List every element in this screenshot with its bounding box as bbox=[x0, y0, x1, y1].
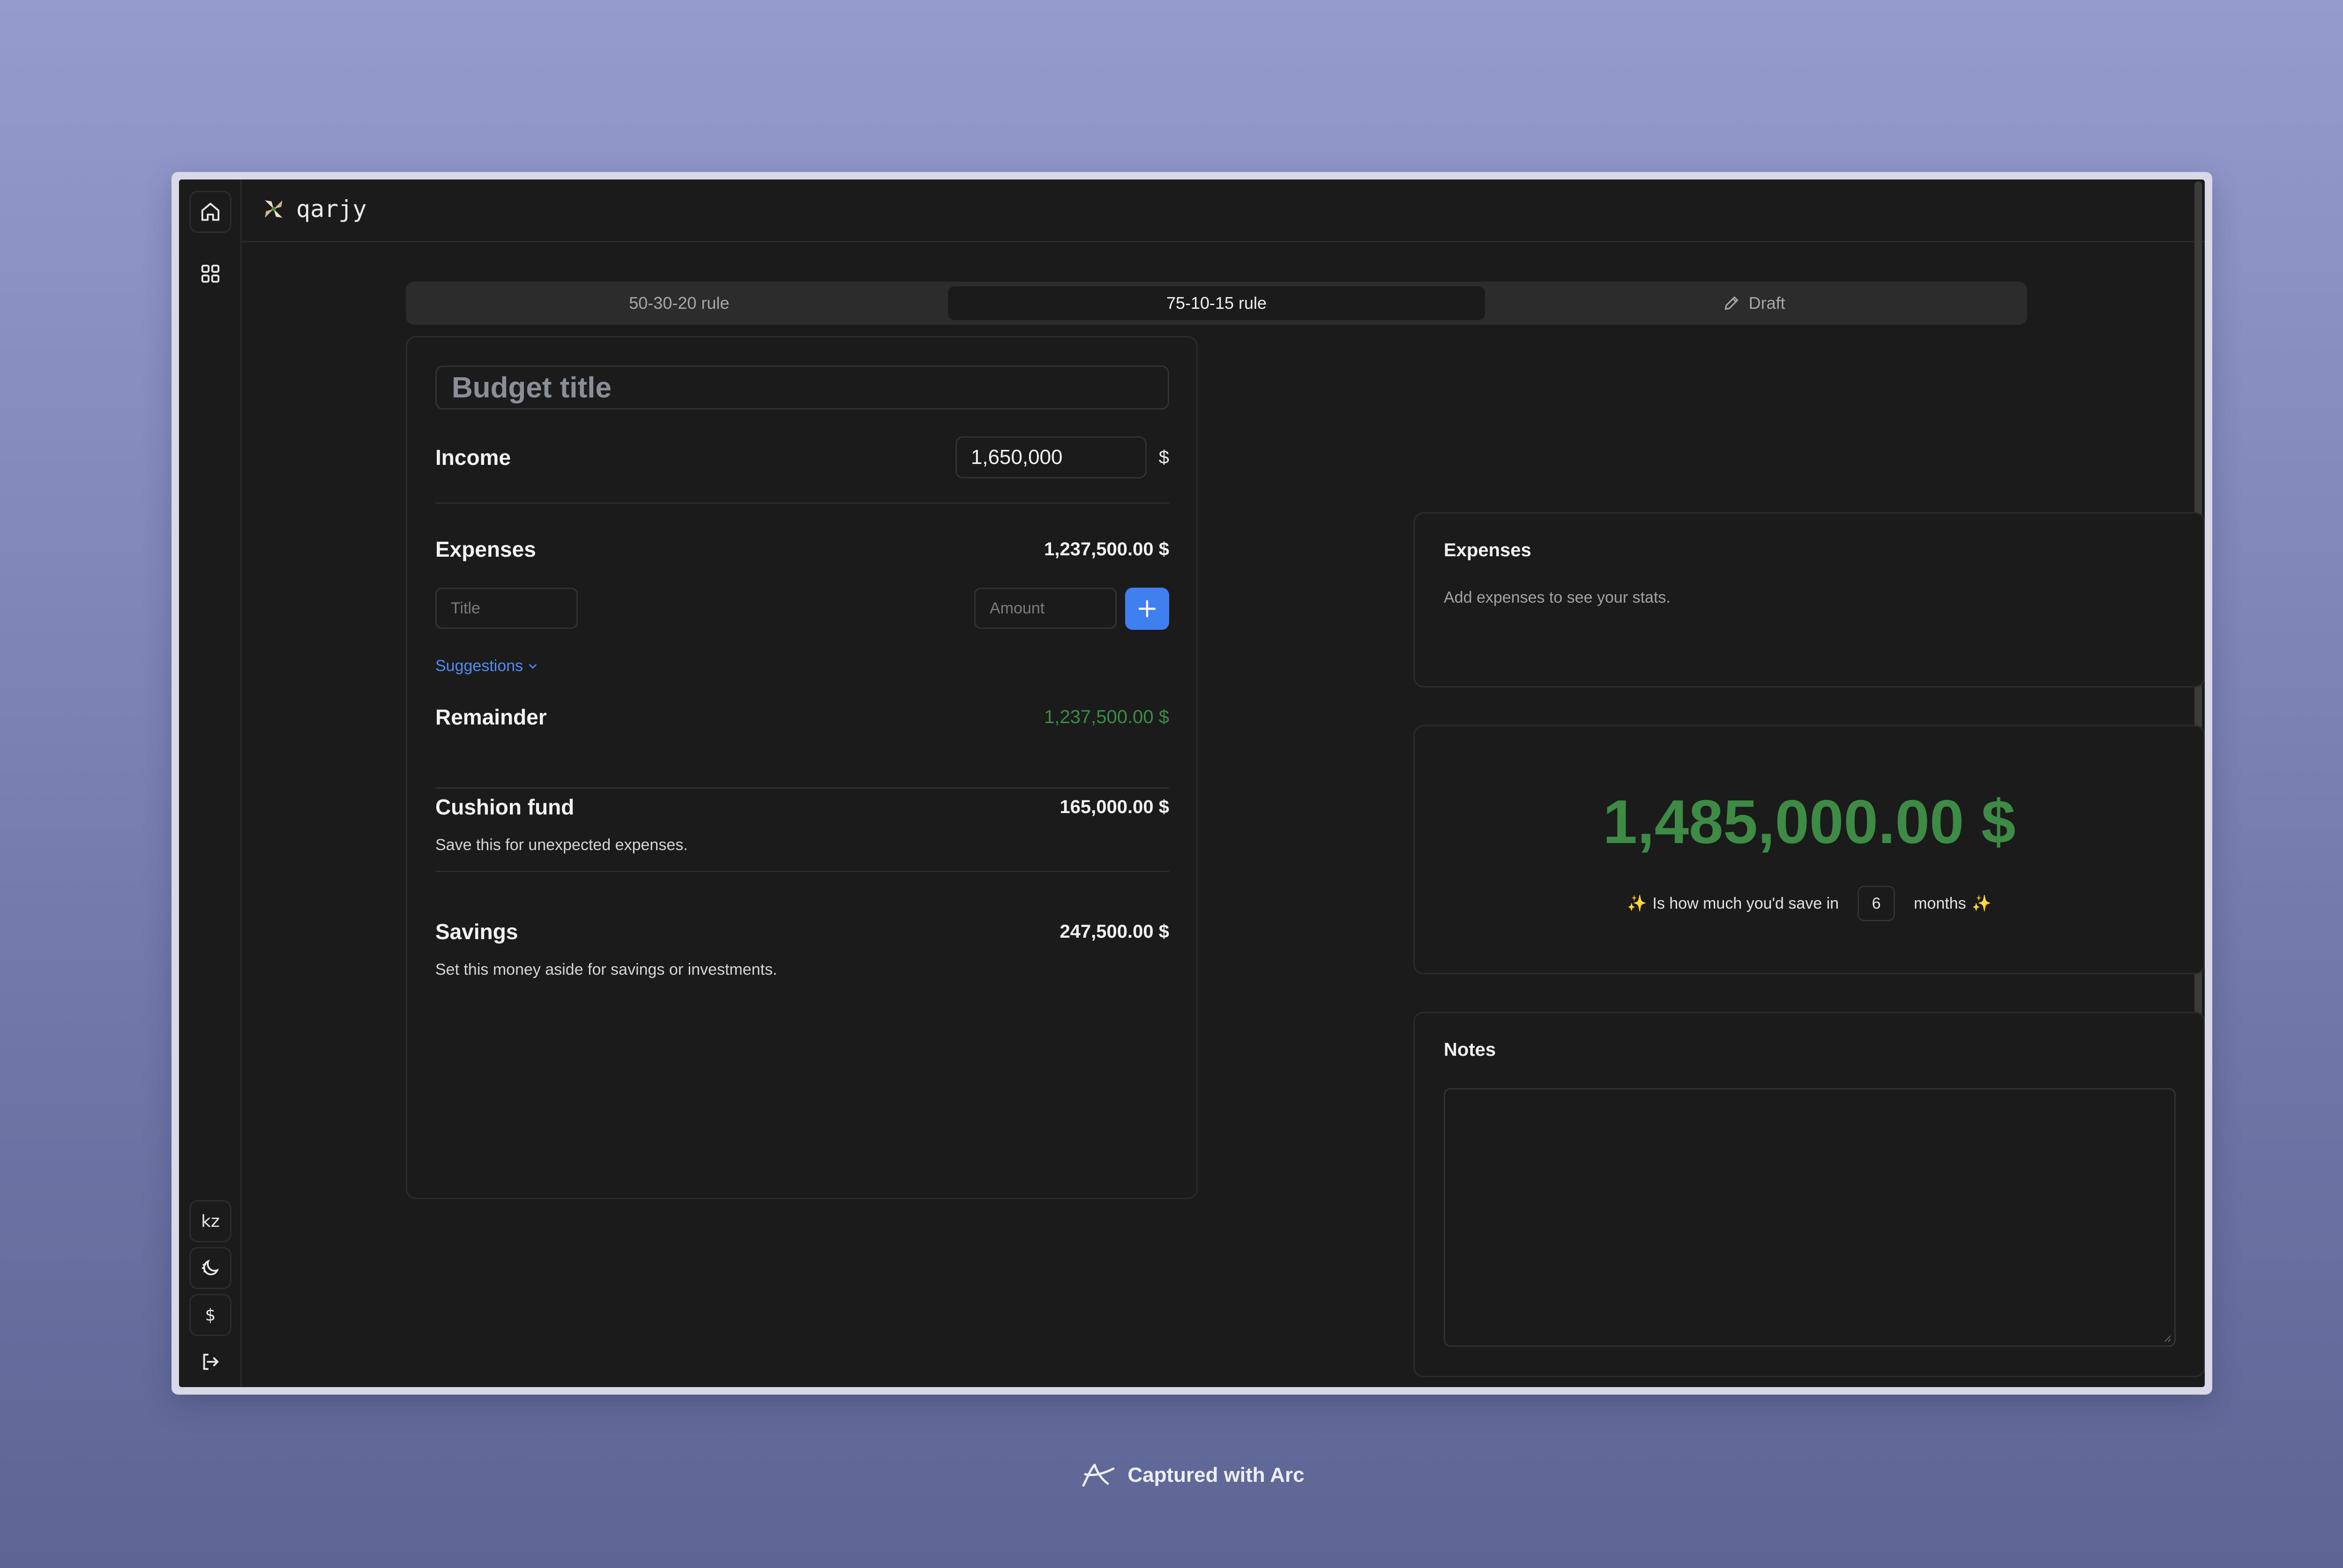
plus-icon bbox=[1138, 600, 1156, 618]
pencil-icon bbox=[1724, 296, 1738, 310]
income-label: Income bbox=[435, 445, 511, 470]
currency-label: $ bbox=[205, 1305, 216, 1325]
expense-title-placeholder: Title bbox=[451, 599, 480, 617]
expenses-total: 1,237,500.00 $ bbox=[1044, 538, 1169, 560]
budget-title-placeholder: Budget title bbox=[452, 371, 612, 404]
browser-frame: kz $ qarjy 50-30-20 rule 75-10-15 rule D… bbox=[172, 172, 2212, 1395]
home-icon bbox=[201, 202, 220, 221]
remainder-value: 1,237,500.00 $ bbox=[1044, 706, 1169, 727]
cushion-value: 165,000.00 $ bbox=[1060, 796, 1169, 817]
tab-label: 50-30-20 rule bbox=[629, 293, 730, 313]
notes-title: Notes bbox=[1444, 1039, 1496, 1060]
stats-empty-text: Add expenses to see your stats. bbox=[1444, 589, 1671, 606]
tab-draft[interactable]: Draft bbox=[1485, 286, 2022, 320]
moon-icon bbox=[201, 1259, 219, 1276]
notes-card: Notes bbox=[1413, 1012, 2205, 1377]
months-value: 6 bbox=[1872, 894, 1881, 912]
sparkle-icon: ✨ bbox=[1971, 895, 1992, 912]
divider bbox=[435, 502, 1169, 504]
cushion-description: Save this for unexpected expenses. bbox=[435, 836, 688, 854]
logout-button[interactable] bbox=[189, 1341, 231, 1383]
income-input[interactable]: 1,650,000 bbox=[955, 436, 1147, 478]
app-window: kz $ qarjy 50-30-20 rule 75-10-15 rule D… bbox=[179, 179, 2205, 1387]
projection-prefix: Is how much you'd save in bbox=[1652, 894, 1839, 912]
home-button[interactable] bbox=[189, 191, 231, 233]
divider bbox=[435, 871, 1169, 872]
expenses-row: Expenses 1,237,500.00 $ bbox=[435, 535, 1169, 563]
chevron-down-icon bbox=[529, 664, 537, 669]
currency-button[interactable]: $ bbox=[189, 1294, 231, 1336]
capture-text: Captured with Arc bbox=[1127, 1463, 1305, 1486]
logout-icon bbox=[203, 1353, 219, 1370]
cushion-row: Cushion fund 165,000.00 $ bbox=[435, 793, 1169, 821]
budget-title-input[interactable]: Budget title bbox=[435, 366, 1169, 410]
savings-projection-card: 1,485,000.00 $ ✨ Is how much you'd save … bbox=[1413, 725, 2205, 974]
expense-title-input[interactable]: Title bbox=[435, 588, 578, 629]
income-currency: $ bbox=[1158, 447, 1169, 468]
tab-50-30-20[interactable]: 50-30-20 rule bbox=[410, 286, 948, 320]
capture-watermark: Captured with Arc bbox=[0, 1461, 2343, 1489]
projected-savings-amount: 1,485,000.00 $ bbox=[1603, 787, 2016, 856]
suggestions-label: Suggestions bbox=[435, 657, 523, 675]
savings-label: Savings bbox=[435, 919, 518, 944]
dashboard-button[interactable] bbox=[189, 253, 231, 295]
grid-icon bbox=[201, 264, 220, 283]
tab-label: Draft bbox=[1748, 293, 1785, 313]
sidebar-rail: kz $ bbox=[179, 179, 242, 1387]
tab-label: 75-10-15 rule bbox=[1166, 293, 1267, 313]
months-input[interactable]: 6 bbox=[1858, 886, 1895, 921]
remainder-row: Remainder 1,237,500.00 $ bbox=[435, 703, 1169, 731]
add-expense-button[interactable] bbox=[1125, 588, 1169, 630]
savings-value: 247,500.00 $ bbox=[1060, 921, 1169, 942]
projection-suffix: months bbox=[1914, 894, 1966, 912]
income-value: 1,650,000 bbox=[970, 446, 1063, 469]
resize-handle-icon[interactable] bbox=[2161, 1332, 2171, 1343]
budget-card: Budget title Income 1,650,000 $ Expenses… bbox=[406, 336, 1198, 1199]
projection-sentence: ✨ Is how much you'd save in 6 months ✨ bbox=[1415, 886, 2204, 921]
income-field-group: 1,650,000 $ bbox=[955, 436, 1169, 478]
brand[interactable]: qarjy bbox=[261, 195, 367, 223]
divider bbox=[435, 787, 1169, 789]
cushion-label: Cushion fund bbox=[435, 795, 575, 819]
tab-75-10-15[interactable]: 75-10-15 rule bbox=[948, 286, 1485, 320]
expense-amount-placeholder: Amount bbox=[990, 599, 1045, 617]
suggestions-toggle[interactable]: Suggestions bbox=[435, 657, 539, 675]
rule-tabs: 50-30-20 rule 75-10-15 rule Draft bbox=[406, 282, 2027, 325]
remainder-label: Remainder bbox=[435, 705, 547, 729]
expense-amount-input[interactable]: Amount bbox=[974, 588, 1117, 629]
expenses-label: Expenses bbox=[435, 537, 536, 561]
app-name: qarjy bbox=[296, 195, 367, 223]
income-row: Income 1,650,000 $ bbox=[435, 436, 1169, 479]
arc-logo-icon bbox=[1082, 1463, 1115, 1487]
brand-logo-icon bbox=[265, 200, 283, 218]
savings-description: Set this money aside for savings or inve… bbox=[435, 961, 777, 978]
sparkle-icon: ✨ bbox=[1627, 895, 1647, 912]
notes-textarea[interactable] bbox=[1444, 1088, 2176, 1347]
savings-row: Savings 247,500.00 $ bbox=[435, 918, 1169, 946]
stats-title: Expenses bbox=[1444, 540, 1531, 560]
language-label: kz bbox=[201, 1211, 220, 1231]
top-bar: qarjy bbox=[242, 179, 2205, 242]
expenses-stats-card: Expenses Add expenses to see your stats. bbox=[1413, 512, 2205, 687]
theme-toggle-button[interactable] bbox=[189, 1247, 231, 1289]
language-button[interactable]: kz bbox=[189, 1200, 231, 1242]
